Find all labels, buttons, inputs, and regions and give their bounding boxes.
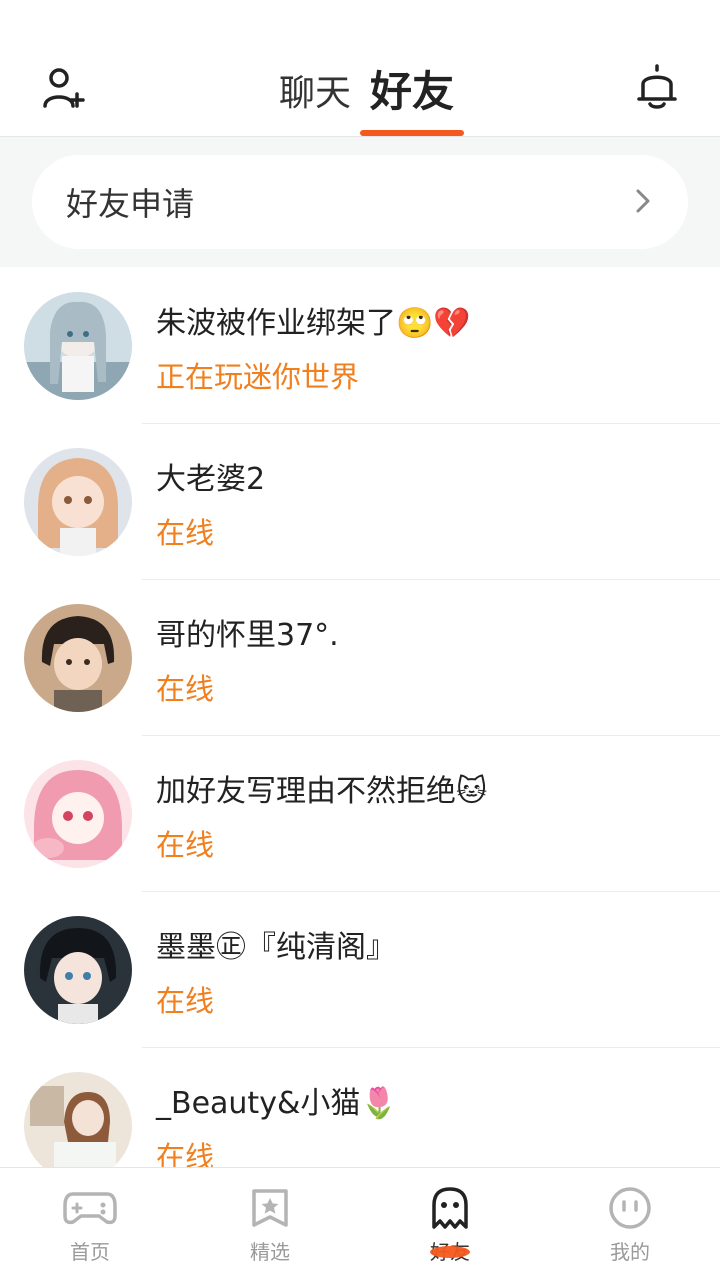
friend-name: 墨墨㊣『纯清阁』 [156,930,396,965]
add-user-icon [43,68,85,108]
friend-list-item[interactable]: 墨墨㊣『纯清阁』 在线 [0,892,720,1048]
notification-button[interactable] [630,60,684,114]
star-icon [252,1189,288,1227]
friend-list-item[interactable]: 大老婆2 在线 [0,424,720,580]
tab-friends-label: 好友 [369,67,454,116]
nav-profile-label: 我的 [610,1240,650,1264]
active-nav-indicator [430,1246,470,1258]
friend-status: 在线 [156,828,215,862]
ghost-icon [432,1187,468,1229]
nav-home[interactable]: 首页 [0,1168,180,1281]
chevron-right-icon [636,189,650,213]
avatar [24,604,132,712]
nav-home-label: 首页 [70,1240,110,1264]
friend-status: 在线 [156,516,215,550]
bottom-nav: 首页 精选 好友 我的 [0,1167,720,1281]
bell-icon [637,64,677,109]
friend-list-item[interactable]: 加好友写理由不然拒绝🐱 在线 [0,736,720,892]
active-tab-indicator [360,130,464,136]
avatar [24,292,132,400]
friend-name: 哥的怀里37°. [156,618,339,653]
nav-featured-label: 精选 [250,1240,290,1264]
friend-request-label: 好友申请 [66,185,195,223]
top-header: 聊天 好友 [0,0,720,137]
friend-name: 加好友写理由不然拒绝🐱 [156,774,488,809]
friend-status: 在线 [156,672,215,706]
friend-list-item[interactable]: 哥的怀里37°. 在线 [0,580,720,736]
nav-profile[interactable]: 我的 [540,1168,720,1281]
gamepad-icon [63,1192,117,1225]
add-friend-button[interactable] [38,62,90,114]
nav-featured[interactable]: 精选 [180,1168,360,1281]
avatar [24,1072,132,1180]
avatar [24,448,132,556]
friend-list: 朱波被作业绑架了🙄💔 正在玩迷你世界 大老婆2 在线 哥的怀里37°. 在线 加… [0,268,720,1204]
header-tabs: 聊天 好友 [270,56,464,136]
face-icon [609,1187,651,1229]
friend-request-button[interactable]: 好友申请 [32,155,688,249]
friend-name: _Beauty&小猫🌷 [156,1086,398,1121]
friend-list-item[interactable]: 朱波被作业绑架了🙄💔 正在玩迷你世界 [0,268,720,424]
nav-friends[interactable]: 好友 [360,1168,540,1281]
avatar [24,760,132,868]
avatar [24,916,132,1024]
tab-chat-label: 聊天 [278,73,351,114]
friend-request-section: 好友申请 [0,137,720,267]
tab-friends[interactable]: 好友 [360,56,464,136]
friend-name: 大老婆2 [156,462,266,497]
friend-status: 在线 [156,984,215,1018]
friend-status: 正在玩迷你世界 [156,360,360,394]
friend-name: 朱波被作业绑架了🙄💔 [156,306,471,341]
tab-chat[interactable]: 聊天 [270,56,360,136]
